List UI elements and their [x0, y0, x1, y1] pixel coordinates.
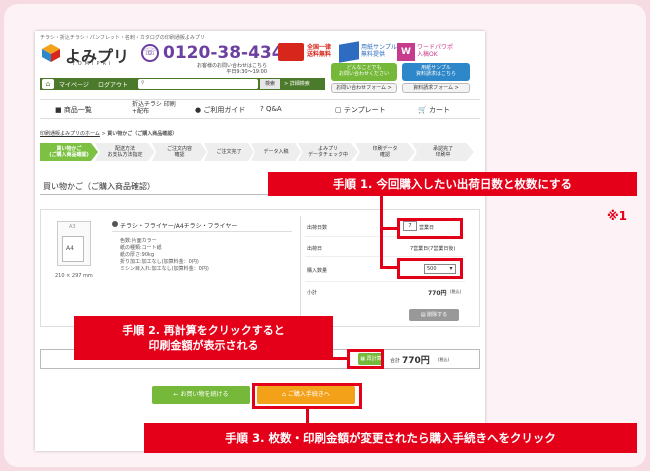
search-input[interactable] — [138, 79, 258, 89]
subtotal-value: 770円 — [428, 290, 447, 297]
truck-icon — [278, 43, 304, 61]
step-confirm: ご注文内容 確認 — [152, 143, 207, 161]
breadcrumb-home[interactable]: 印刷通販よみプリのホーム — [40, 131, 100, 137]
menu-item-products[interactable]: ■ 商品一覧 — [55, 105, 92, 115]
menu-item-guide[interactable]: ● ご利用ガイド — [195, 105, 245, 115]
connector-line — [383, 227, 398, 230]
divider — [112, 231, 292, 232]
divider — [305, 256, 465, 257]
total-value: 770円 — [402, 356, 430, 366]
business-hours: お客様のお問い合わせはこちら 平日9:30〜19:00 — [197, 63, 268, 75]
connector-line — [380, 266, 398, 269]
home-icon[interactable]: ⌂ — [42, 79, 54, 89]
word-powerpoint-link[interactable]: ワードパワポ 入稿OK — [417, 44, 453, 58]
logo-subtext: YOMIPRI — [72, 61, 114, 67]
delete-button[interactable]: ▤ 削除する — [409, 309, 459, 321]
callout-note: ※1 — [607, 209, 628, 223]
divider — [305, 281, 465, 282]
highlight-proceed — [252, 383, 362, 409]
menu-item-insert-flyer[interactable]: 折込チラシ 印刷+配布 — [132, 101, 182, 115]
checkout-steps: 買い物かご (ご購入商品確認) 配送方法 お支払方法指定 ご注文内容 確認 ご注文完了… — [40, 143, 480, 161]
paper-sample-link[interactable]: 用紙サンプル 無料提供 — [361, 44, 397, 58]
quantity-label: 購入数量 — [307, 268, 328, 274]
continue-shopping-button[interactable]: ← お買い物を続ける — [152, 386, 250, 404]
connector-line — [380, 196, 383, 268]
callout-step3: 手順 3. 枚数・印刷金額が変更されたら購入手続きへをクリック — [144, 423, 637, 453]
free-shipping-badge: 全国一律 送料無料 — [307, 44, 332, 58]
product-specs: 色数:片面カラー 紙の種類:コート紙 紙の厚さ:90kg 折り加工:加工なし(加算料金… — [120, 238, 209, 272]
highlight-ship-days — [397, 218, 463, 239]
step-complete: ご注文完了 — [204, 143, 254, 161]
menu-item-faq[interactable]: ? Q&A — [260, 105, 282, 113]
sample-request-form-button[interactable]: 資料請求フォーム > — [402, 83, 470, 93]
search-button[interactable]: 検索 — [260, 79, 280, 89]
mypage-link[interactable]: マイページ — [59, 80, 89, 89]
callout-step1: 手順 1. 今回購入したい出荷日数と枚数にする — [268, 172, 637, 196]
phone-icon: ☏ — [141, 44, 159, 62]
thumbnail-a3-label: A3 — [69, 224, 76, 230]
breadcrumb: 印刷通販よみプリのホーム > 買い物かご（ご購入商品確認） — [40, 131, 178, 137]
box-icon: ■ — [55, 106, 64, 114]
thumbnail-size: 210 × 297 mm — [55, 273, 93, 279]
step-data-review: 印刷データ 確認 — [355, 143, 415, 161]
logo-icon — [42, 44, 60, 62]
callout-step2: 手順 2. 再計算をクリックすると 印刷金額が表示される — [74, 316, 333, 360]
connector-line — [333, 357, 348, 360]
detail-search-link[interactable]: > 詳細検索 — [284, 80, 310, 87]
template-icon: ▢ — [335, 106, 344, 114]
cart-icon: 🛒 — [418, 106, 429, 114]
thumbnail-a4-label: A4 — [66, 245, 74, 252]
paper-sample-icon — [339, 41, 359, 63]
sample-request-banner[interactable]: 用紙サンプル 資料請求はこちら — [402, 63, 470, 81]
ship-date-label: 出荷日 — [307, 246, 323, 252]
contact-form-button[interactable]: お問い合わせフォーム > — [331, 83, 397, 93]
step-upload: データ入稿 — [251, 143, 301, 161]
contact-banner[interactable]: どんなことでも お問い合わせください — [331, 63, 397, 81]
step-data-check: よみプリ データチェック中 — [298, 143, 358, 161]
phone-number: 0120-38-4343 — [163, 43, 296, 63]
step-cart: 買い物かご (ご購入商品確認) — [40, 143, 98, 161]
word-powerpoint-icon: W — [397, 43, 415, 61]
ship-date-value: 7営業日(7営業日後) — [410, 246, 456, 252]
product-bullet-icon — [112, 221, 118, 227]
section-title: 買い物かご（ご購入商品確認） — [43, 182, 155, 191]
highlight-recalculate — [347, 349, 384, 369]
product-title: チラシ・フライヤー/A4チラシ・フライヤー — [120, 223, 238, 230]
search-icon: ⚲ — [141, 80, 145, 86]
logout-link[interactable]: ログアウト — [98, 80, 128, 89]
step-printing: 承認完了 印刷中 — [412, 143, 474, 161]
ship-days-label: 出荷日数 — [307, 225, 328, 231]
site-tagline: チラシ・折込チラシ・パンフレット・名刺・カタログの印刷通販よみプリ — [40, 35, 205, 41]
subtotal-tax: (税込) — [450, 289, 462, 294]
total-tax: (税込) — [438, 357, 450, 362]
menu-item-cart[interactable]: 🛒 カート — [418, 105, 450, 115]
subtotal-label: 小計 — [307, 290, 318, 296]
menu-item-template[interactable]: ▢ テンプレート — [335, 105, 386, 115]
highlight-quantity — [397, 258, 463, 279]
total-label: 合計 — [390, 358, 401, 364]
breadcrumb-current: 買い物かご（ご購入商品確認） — [107, 131, 178, 137]
connector-line — [306, 408, 309, 424]
step-shipping: 配送方法 お支払方法指定 — [95, 143, 155, 161]
